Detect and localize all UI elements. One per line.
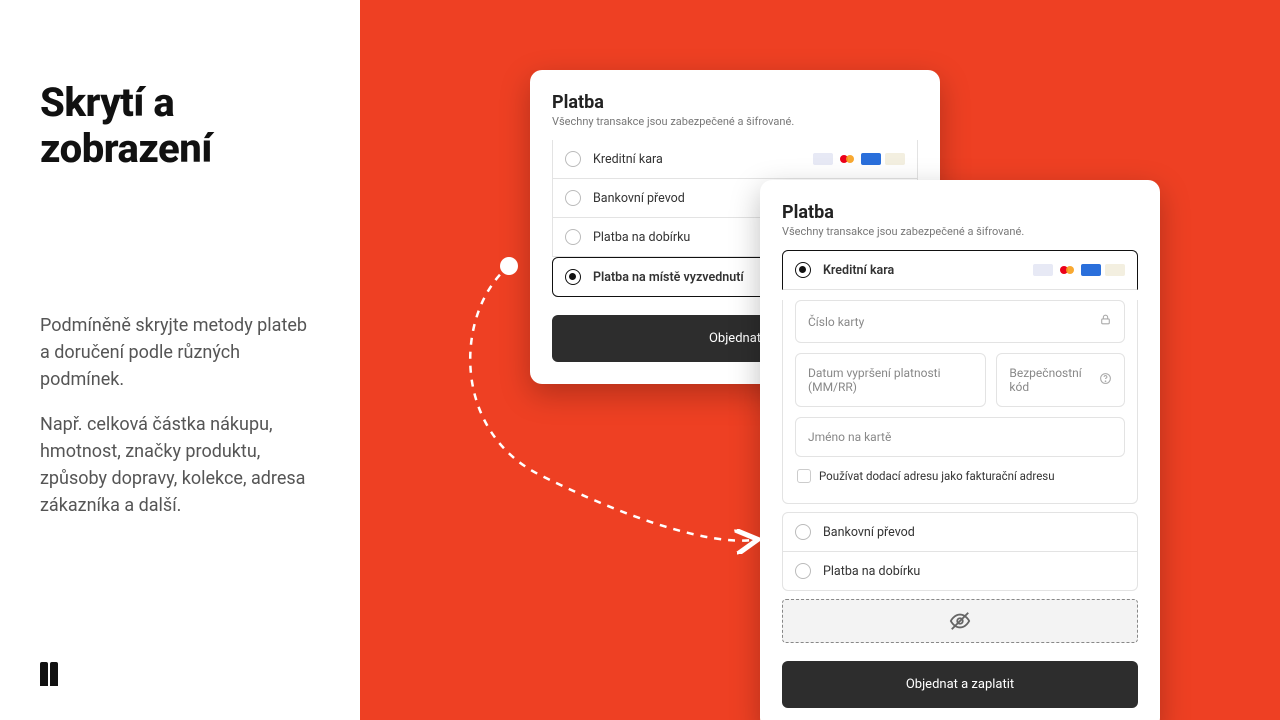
eye-off-icon	[949, 610, 971, 632]
billing-same-as-shipping-checkbox[interactable]: Používat dodací adresu jako fakturační a…	[797, 469, 1123, 483]
option-label: Bankovní převod	[593, 191, 685, 206]
brand-logo	[40, 662, 64, 690]
radio-icon	[565, 269, 581, 285]
placeholder: Jméno na kartě	[808, 430, 891, 444]
arrow-start-dot	[500, 257, 518, 275]
card-heading: Platba	[782, 202, 1138, 223]
cardholder-name-input[interactable]: Jméno na kartě	[795, 417, 1125, 457]
mastercard-icon	[837, 153, 857, 165]
visa-icon	[1033, 264, 1053, 276]
checkbox-icon	[797, 469, 811, 483]
hero-area: Platba Všechny transakce jsou zabezpečen…	[360, 0, 1280, 720]
payment-card-front: Platba Všechny transakce jsou zabezpečen…	[760, 180, 1160, 720]
page-title: Skrytí a zobrazení	[40, 80, 320, 172]
help-icon	[1099, 372, 1112, 389]
option-credit-card[interactable]: Kreditní kara	[552, 140, 918, 179]
option-bank-transfer[interactable]: Bankovní převod	[782, 512, 1138, 552]
order-and-pay-button[interactable]: Objednat a zaplatit	[782, 661, 1138, 708]
other-card-icon	[1105, 264, 1125, 276]
hidden-payment-method-slot	[782, 599, 1138, 643]
radio-icon	[565, 229, 581, 245]
checkbox-label: Používat dodací adresu jako fakturační a…	[819, 469, 1055, 483]
sidebar-info: Skrytí a zobrazení Podmíněně skryjte met…	[0, 0, 360, 720]
placeholder: Bezpečnostní kód	[1009, 366, 1099, 394]
option-credit-card[interactable]: Kreditní kara	[782, 250, 1138, 290]
amex-icon	[861, 153, 881, 165]
option-label: Platba na dobírku	[823, 564, 920, 579]
description-1: Podmíněně skryjte metody plateb a doruče…	[40, 312, 320, 393]
description-2: Např. celková částka nákupu, hmotnost, z…	[40, 411, 320, 519]
option-label: Kreditní kara	[593, 152, 663, 167]
card-brand-icons	[813, 153, 905, 165]
other-card-icon	[885, 153, 905, 165]
option-label: Platba na dobírku	[593, 230, 690, 245]
radio-icon	[795, 563, 811, 579]
card-brand-icons	[1033, 264, 1125, 276]
radio-icon	[565, 190, 581, 206]
placeholder: Číslo karty	[808, 315, 864, 329]
radio-icon	[565, 151, 581, 167]
card-heading: Platba	[552, 92, 918, 113]
mastercard-icon	[1057, 264, 1077, 276]
radio-icon	[795, 262, 811, 278]
radio-icon	[795, 524, 811, 540]
option-label: Bankovní převod	[823, 525, 915, 540]
lock-icon	[1099, 313, 1112, 330]
card-subtitle: Všechny transakce jsou zabezpečené a šif…	[552, 115, 918, 128]
visa-icon	[813, 153, 833, 165]
cvc-input[interactable]: Bezpečnostní kód	[996, 353, 1125, 407]
card-number-input[interactable]: Číslo karty	[795, 300, 1125, 343]
expiry-input[interactable]: Datum vypršení platnosti (MM/RR)	[795, 353, 986, 407]
option-label: Platba na místě vyzvednutí	[593, 270, 744, 285]
card-subtitle: Všechny transakce jsou zabezpečené a šif…	[782, 225, 1138, 238]
option-cash-on-delivery[interactable]: Platba na dobírku	[782, 552, 1138, 591]
amex-icon	[1081, 264, 1101, 276]
option-label: Kreditní kara	[823, 263, 894, 278]
placeholder: Datum vypršení platnosti (MM/RR)	[808, 366, 973, 394]
